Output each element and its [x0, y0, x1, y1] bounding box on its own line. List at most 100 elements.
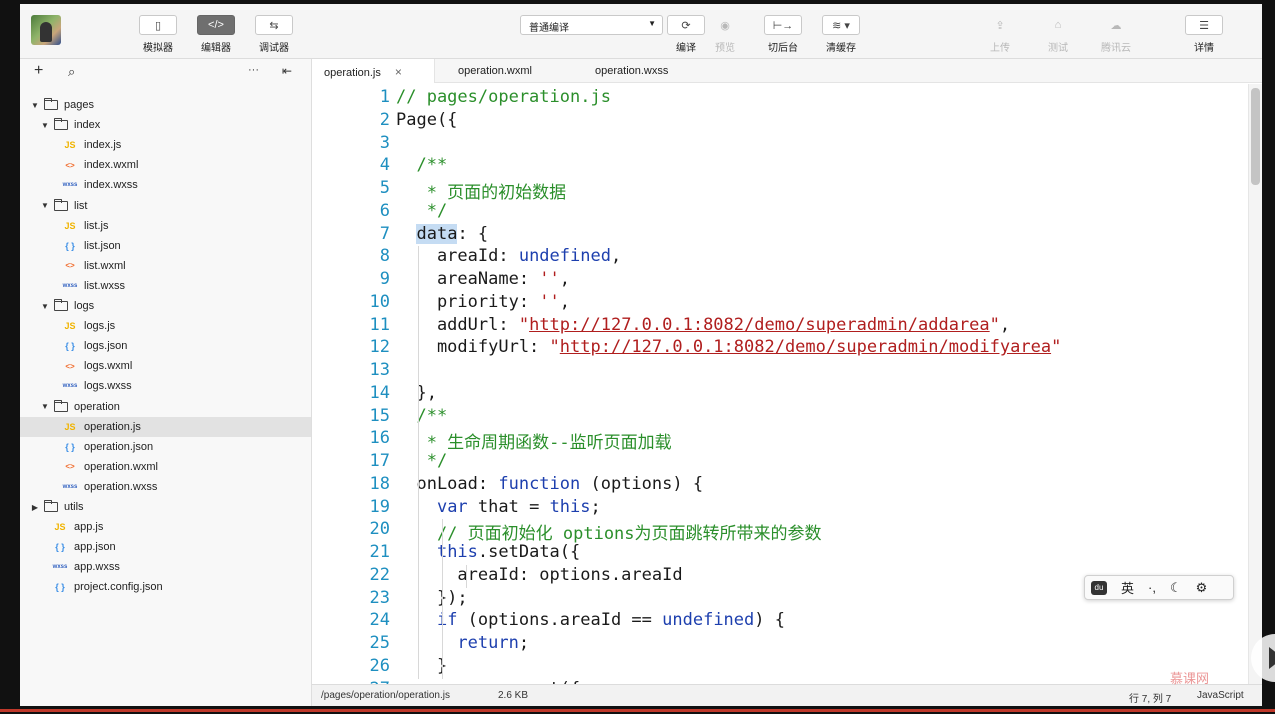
details-button[interactable]: ☰ 详情 [1184, 15, 1224, 54]
code-link[interactable]: http://127.0.0.1:8082/demo/superadmin/ad… [529, 315, 990, 335]
wxml-file-icon: <> [65, 462, 75, 472]
code-line[interactable]: */ [396, 201, 447, 221]
folder-item[interactable]: ▼ index [20, 115, 311, 135]
test-icon: ⌂ [1054, 19, 1062, 31]
file-item[interactable]: wxss index.wxss [20, 175, 311, 195]
clear-cache-button[interactable]: ≋ ▾ 清缓存 [821, 15, 861, 54]
moon-icon[interactable]: ☾ [1170, 580, 1182, 596]
editor-button[interactable]: </> 编辑器 [196, 15, 236, 54]
ime-punctuation-toggle[interactable]: ·, [1148, 580, 1156, 595]
file-item[interactable]: JS logs.js [20, 316, 311, 336]
switch-background-button[interactable]: ⊢→ 切后台 [763, 15, 803, 54]
file-item[interactable]: { } project.config.json [20, 577, 311, 597]
file-item[interactable]: <> index.wxml [20, 155, 311, 175]
code-editor: operation.js × operation.wxml operation.w… [312, 59, 1262, 706]
code-line[interactable]: var that = this; [396, 497, 601, 517]
more-icon[interactable]: ··· [248, 64, 259, 76]
file-item[interactable]: { } app.json [20, 537, 311, 557]
code-line[interactable]: priority: '', [396, 292, 570, 312]
video-progress-bar[interactable] [0, 709, 1275, 712]
test-button[interactable]: ⌂ 测试 [1038, 15, 1078, 54]
gear-icon[interactable]: ⚙ [1196, 580, 1208, 596]
folder-item[interactable]: ▶ utils [20, 497, 311, 517]
code-line[interactable]: if (options.areaId == undefined) { [396, 610, 785, 630]
file-item[interactable]: wxss list.wxss [20, 276, 311, 296]
tab-operation-wxml[interactable]: operation.wxml [458, 59, 532, 83]
tab-operation-js[interactable]: operation.js × [312, 59, 435, 83]
folder-item[interactable]: ▼ pages [20, 95, 311, 115]
code-line[interactable]: */ [396, 451, 447, 471]
file-item[interactable]: { } logs.json [20, 336, 311, 356]
search-icon[interactable]: ⌕ [68, 64, 75, 80]
code-line[interactable]: }); [396, 588, 468, 608]
chevron-right-icon[interactable]: ▶ [30, 503, 40, 512]
code-line[interactable]: onLoad: function (options) { [396, 474, 703, 494]
ime-logo-icon[interactable]: du [1091, 580, 1107, 595]
add-icon[interactable]: + [34, 62, 43, 80]
vertical-scrollbar[interactable] [1248, 84, 1262, 684]
code-line[interactable]: /** [396, 406, 447, 426]
code-line[interactable]: addUrl: "http://127.0.0.1:8082/demo/supe… [396, 315, 1010, 335]
avatar[interactable] [31, 15, 61, 45]
file-item[interactable]: wxss app.wxss [20, 557, 311, 577]
code-line[interactable]: } [396, 656, 447, 676]
code-line[interactable]: /** [396, 155, 447, 175]
folder-item[interactable]: ▼ list [20, 196, 311, 216]
file-item[interactable]: JS app.js [20, 517, 311, 537]
ide-window: ▯ 模拟器 </> 编辑器 ⇆ 调试器 普通编译 ▼ ⟳ 编译 ◉ 预览 ⊢→ … [20, 4, 1262, 706]
chevron-down-icon[interactable]: ▼ [40, 402, 50, 411]
line-number: 18 [369, 473, 390, 494]
ime-toolbar: du 英 ·, ☾ ⚙ [1084, 575, 1234, 600]
code-line[interactable]: // pages/operation.js [396, 87, 611, 107]
chevron-down-icon[interactable]: ▼ [40, 121, 50, 130]
file-item[interactable]: wxss logs.wxss [20, 376, 311, 396]
preview-button[interactable]: ◉ 预览 [705, 15, 745, 55]
code-line[interactable]: modifyUrl: "http://127.0.0.1:8082/demo/s… [396, 337, 1061, 357]
tree-item-label: app.json [74, 541, 116, 554]
code-line[interactable]: * 生命周期函数--监听页面加载 [396, 428, 672, 453]
language-mode[interactable]: JavaScript [1197, 690, 1244, 701]
code-line[interactable]: areaId: undefined, [396, 246, 621, 266]
code-line[interactable]: Page({ [396, 110, 457, 130]
ime-language-toggle[interactable]: 英 [1121, 578, 1134, 597]
tree-item-label: list.wxml [84, 259, 126, 272]
file-item[interactable]: wxss operation.wxss [20, 477, 311, 497]
switch-background-label: 切后台 [768, 43, 798, 54]
code-token: , [999, 314, 1011, 335]
file-item[interactable]: { } list.json [20, 236, 311, 256]
code-line[interactable]: this.setData({ [396, 542, 580, 562]
file-item[interactable]: JS operation.js [20, 416, 311, 437]
chevron-down-icon[interactable]: ▼ [40, 302, 50, 311]
file-item[interactable]: <> operation.wxml [20, 457, 311, 477]
debugger-button[interactable]: ⇆ 调试器 [254, 15, 294, 54]
folder-item[interactable]: ▼ logs [20, 296, 311, 316]
code-line[interactable]: * 页面的初始数据 [396, 178, 566, 203]
chevron-down-icon[interactable]: ▼ [40, 201, 50, 210]
json-file-icon: { } [65, 341, 75, 352]
file-item[interactable]: JS index.js [20, 135, 311, 155]
scrollbar-thumb[interactable] [1251, 88, 1260, 185]
code-line[interactable]: data: { [396, 223, 488, 244]
code-line[interactable]: }, [396, 383, 436, 403]
code-line[interactable]: return; [396, 633, 529, 653]
close-icon[interactable]: × [395, 65, 402, 79]
code-line[interactable]: areaId: options.areaId [396, 565, 682, 585]
tencent-cloud-button[interactable]: ☁ 腾讯云 [1096, 15, 1136, 55]
file-item[interactable]: JS list.js [20, 216, 311, 236]
chevron-down-icon[interactable]: ▼ [30, 101, 40, 110]
folder-item[interactable]: ▼ operation [20, 397, 311, 417]
tab-operation-wxss[interactable]: operation.wxss [595, 59, 668, 83]
upload-button[interactable]: ⇪ 上传 [980, 15, 1020, 55]
simulator-button[interactable]: ▯ 模拟器 [138, 15, 178, 54]
code-link[interactable]: http://127.0.0.1:8082/demo/superadmin/mo… [560, 337, 1051, 357]
file-item[interactable]: <> list.wxml [20, 256, 311, 276]
file-item[interactable]: { } operation.json [20, 437, 311, 457]
collapse-panel-icon[interactable]: ⇤ [282, 64, 292, 78]
file-item[interactable]: <> logs.wxml [20, 356, 311, 376]
compile-mode-select[interactable]: 普通编译 ▼ [520, 15, 663, 35]
code-line[interactable]: areaName: '', [396, 269, 570, 289]
code-token: ; [590, 496, 601, 517]
code-line[interactable]: // 页面初始化 options为页面跳转所带来的参数 [396, 519, 822, 544]
tree-item-label: logs.json [84, 340, 128, 353]
